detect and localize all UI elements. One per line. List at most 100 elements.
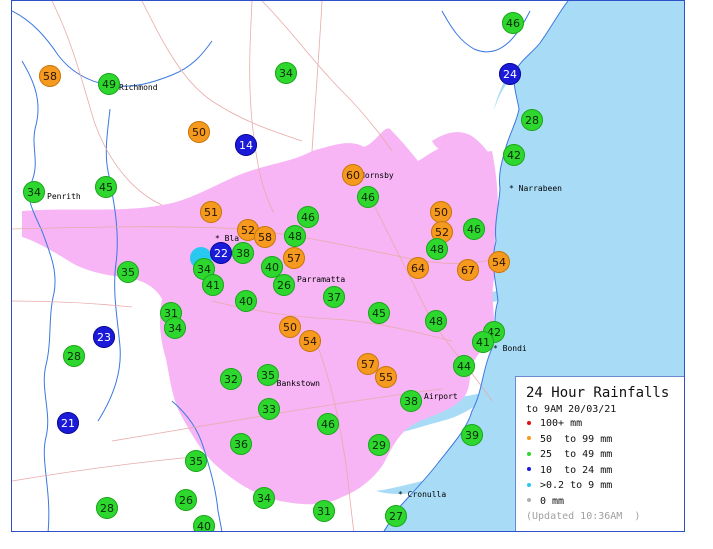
place-marker: * (398, 490, 408, 499)
rainfall-marker: 34 (23, 181, 45, 203)
rainfall-marker: 35 (257, 364, 279, 386)
rainfall-marker: 58 (254, 226, 276, 248)
place-text: Cronulla (407, 490, 447, 499)
place-label-hornsby: Hornsby (360, 171, 394, 180)
legend-item: 100+ mm (526, 416, 684, 432)
legend-dot-icon (527, 436, 531, 441)
rainfall-marker: 46 (463, 218, 485, 240)
rainfall-marker: 28 (63, 345, 85, 367)
rainfall-marker: 33 (258, 398, 280, 420)
rainfall-marker: 55 (375, 366, 397, 388)
rainfall-marker: 23 (93, 326, 115, 348)
rainfall-marker: 50 (188, 121, 210, 143)
place-label-narrabeen: * Narrabeen (509, 184, 562, 193)
rainfall-marker: 38 (400, 390, 422, 412)
rainfall-marker: 48 (284, 225, 306, 247)
legend-dot-icon (527, 451, 531, 456)
place-label-penrith: Penrith (47, 192, 81, 201)
rainfall-marker: 34 (164, 317, 186, 339)
rainfall-marker: 50 (279, 316, 301, 338)
rainfall-marker: 35 (117, 261, 139, 283)
rainfall-marker: 57 (283, 247, 305, 269)
legend-updated: (Updated 10:36AM ) (526, 510, 641, 522)
legend-item-label: 100+ mm (540, 418, 583, 429)
place-label-bondi: * Bondi (493, 344, 527, 353)
rainfall-marker: 48 (426, 238, 448, 260)
legend: 24 Hour Rainfalls to 9AM 20/03/21 100+ m… (515, 376, 684, 531)
rainfall-marker: 44 (453, 355, 475, 377)
place-text: Richmond (119, 83, 158, 92)
legend-item: 50 to 99 mm (526, 432, 684, 448)
rainfall-marker: 58 (39, 65, 61, 87)
place-label-cronulla: * Cronulla (398, 490, 446, 499)
rainfall-marker: 34 (253, 487, 275, 509)
place-text: Airport (424, 392, 458, 401)
rainfall-marker: 46 (297, 206, 319, 228)
rainfall-marker: 40 (235, 290, 257, 312)
rainfall-marker: 26 (273, 274, 295, 296)
rainfall-marker: 60 (342, 164, 364, 186)
place-label-parramatta: Parramatta (297, 275, 345, 284)
place-marker: * (493, 344, 503, 353)
rainfall-marker: 14 (235, 134, 257, 156)
legend-dot-icon (527, 420, 531, 425)
rainfall-marker: 40 (193, 515, 215, 531)
place-marker: * (509, 184, 519, 193)
rainfall-marker: 27 (385, 505, 407, 527)
rainfall-marker: 46 (317, 413, 339, 435)
legend-item: 25 to 49 mm (526, 447, 684, 463)
place-label-richmond: Richmond (119, 83, 158, 92)
rainfall-marker: 26 (175, 489, 197, 511)
rainfall-marker: 34 (275, 62, 297, 84)
rainfall-marker: 35 (185, 450, 207, 472)
legend-dot-icon (527, 482, 531, 487)
legend-item-label: 0 mm (540, 495, 565, 507)
rainfall-marker: 54 (299, 330, 321, 352)
rainfall-marker: 41 (202, 274, 224, 296)
rainfall-marker: 46 (502, 12, 524, 34)
place-text: Hornsby (360, 171, 394, 180)
rainfall-marker: 41 (472, 331, 494, 353)
legend-item-label: 50 to 99 mm (540, 433, 613, 445)
rainfall-marker: 38 (232, 242, 254, 264)
legend-item-label: 10 to 24 mm (540, 464, 613, 476)
place-text: Bondi (502, 344, 527, 353)
rainfall-marker: 21 (57, 412, 79, 434)
place-text: Penrith (47, 192, 81, 201)
nepean-river (21, 60, 56, 531)
rainfall-marker: 29 (368, 434, 390, 456)
rainfall-marker: 45 (95, 176, 117, 198)
place-text: Bla (224, 234, 240, 243)
rainfall-marker: 36 (230, 433, 252, 455)
rainfall-marker: 24 (499, 63, 521, 85)
rainfall-marker: 42 (503, 144, 525, 166)
place-text: Parramatta (297, 275, 346, 284)
rainfall-marker: 48 (425, 310, 447, 332)
rainfall-marker: 37 (323, 286, 345, 308)
rainfall-marker: 67 (457, 259, 479, 281)
legend-dot-icon (527, 498, 531, 503)
legend-item: >0.2 to 9 mm (526, 478, 684, 494)
legend-item: 0 mm (526, 494, 684, 510)
rainfall-marker: 51 (200, 201, 222, 223)
legend-title: 24 Hour Rainfalls (526, 385, 670, 401)
rainfall-marker: 28 (521, 109, 543, 131)
rainfall-marker: 45 (368, 302, 390, 324)
legend-item-label: 25 to 49 mm (540, 449, 613, 461)
rainfall-marker: 50 (430, 201, 452, 223)
rainfall-marker: 22 (210, 242, 232, 264)
place-label-airport: Airport (424, 392, 458, 401)
rainfall-marker: 32 (220, 368, 242, 390)
legend-item: 10 to 24 mm (526, 463, 684, 479)
place-text: Narrabeen (518, 184, 562, 193)
rainfall-marker: 46 (357, 186, 379, 208)
rainfall-marker: 64 (407, 257, 429, 279)
legend-subtitle: to 9AM 20/03/21 (526, 404, 617, 415)
legend-item-label: >0.2 to 9 mm (540, 480, 613, 492)
legend-dot-icon (527, 467, 531, 472)
place-text: Bankstown (276, 379, 320, 388)
rainfall-marker: 31 (313, 500, 335, 522)
rainfall-marker: 39 (461, 424, 483, 446)
rainfall-marker: 28 (96, 497, 118, 519)
rainfall-marker: 54 (488, 251, 510, 273)
